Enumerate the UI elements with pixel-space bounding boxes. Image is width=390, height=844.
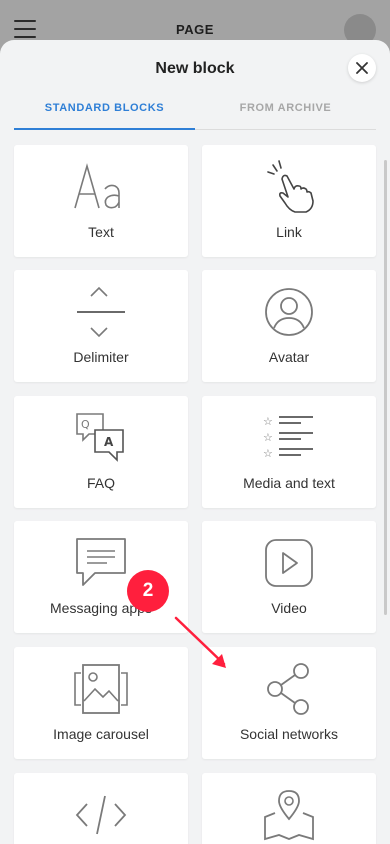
block-card-map[interactable] <box>202 773 376 844</box>
block-card-delimiter[interactable]: Delimiter <box>14 270 188 382</box>
block-label: Delimiter <box>73 349 129 365</box>
play-icon <box>202 535 376 591</box>
hand-pointer-icon <box>202 159 376 215</box>
block-label: Avatar <box>268 349 310 365</box>
code-icon <box>14 787 188 843</box>
block-card-faq[interactable]: QA FAQ <box>14 396 188 508</box>
block-card-avatar[interactable]: Avatar <box>202 270 376 382</box>
tab-standard-blocks[interactable]: STANDARD BLOCKS <box>14 96 195 130</box>
block-label: Social networks <box>239 726 339 742</box>
svg-text:☆: ☆ <box>263 431 273 444</box>
svg-text:A: A <box>104 435 114 449</box>
close-button[interactable] <box>348 54 376 82</box>
delimiter-icon <box>14 284 188 340</box>
block-card-video[interactable]: Video <box>202 521 376 633</box>
svg-text:☆: ☆ <box>263 447 273 460</box>
block-label: Video <box>271 600 307 616</box>
avatar-icon <box>202 284 376 340</box>
step-badge: 2 <box>127 570 169 612</box>
block-card-social-networks[interactable]: Social networks <box>202 647 376 759</box>
faq-icon: QA <box>14 410 188 466</box>
media-text-icon: ☆ ☆ ☆ <box>202 410 376 466</box>
block-label: Media and text <box>243 475 335 491</box>
sheet-title: New block <box>155 60 235 77</box>
block-label: Link <box>276 224 302 240</box>
svg-text:☆: ☆ <box>263 415 273 428</box>
map-pin-icon <box>202 787 376 843</box>
block-label: Text <box>88 224 114 240</box>
block-card-media-and-text[interactable]: ☆ ☆ ☆ Media and text <box>202 396 376 508</box>
scrollbar[interactable] <box>384 160 387 615</box>
block-card-link[interactable]: Link <box>202 145 376 257</box>
block-label: Image carousel <box>53 726 149 742</box>
block-label: FAQ <box>86 475 115 491</box>
tab-bar: STANDARD BLOCKS FROM ARCHIVE <box>14 96 376 130</box>
block-card-code[interactable] <box>14 773 188 844</box>
page-title: PAGE <box>176 22 214 37</box>
block-card-image-carousel[interactable]: Image carousel <box>14 647 188 759</box>
share-icon <box>202 661 376 717</box>
svg-text:Q: Q <box>81 418 90 431</box>
close-icon <box>356 62 368 74</box>
block-card-text[interactable]: Text <box>14 145 188 257</box>
image-carousel-icon <box>14 661 188 717</box>
text-icon <box>14 159 188 215</box>
tab-from-archive[interactable]: FROM ARCHIVE <box>195 96 376 130</box>
